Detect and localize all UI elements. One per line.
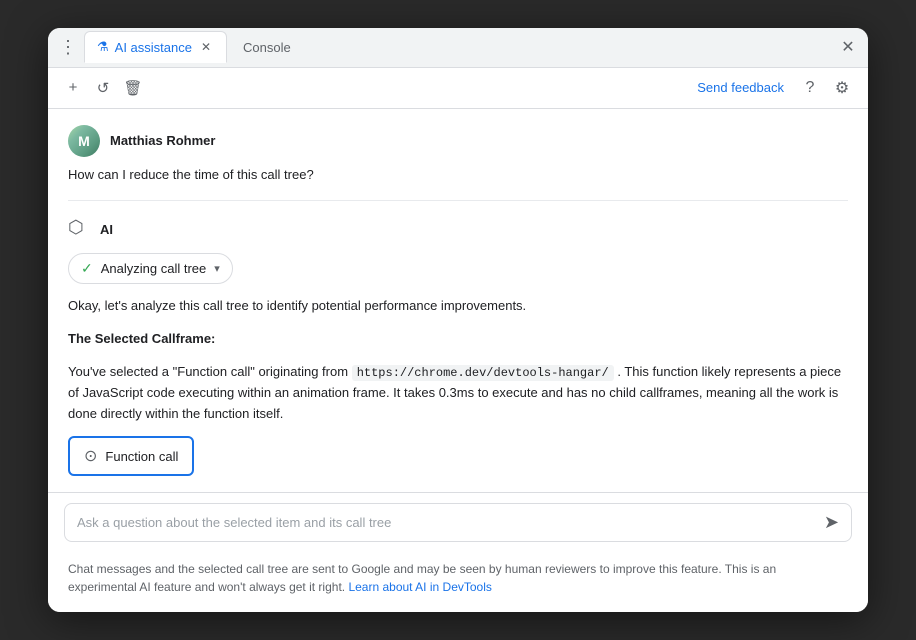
- ai-callframe-heading: The Selected Callframe:: [68, 329, 848, 350]
- delete-button[interactable]: 🗑: [120, 75, 146, 101]
- tab-ai-label: AI assistance: [115, 40, 192, 55]
- analyzing-text: Analyzing call tree: [101, 261, 207, 276]
- chevron-down-icon: ▾: [214, 262, 220, 275]
- ai-response-intro: Okay, let's analyze this call tree to id…: [68, 296, 848, 317]
- function-call-badge[interactable]: ⊙ Function call: [68, 436, 194, 476]
- tab-console-label: Console: [243, 40, 291, 55]
- toolbar: + ↺ 🗑 Send feedback ? ⚙: [48, 68, 868, 109]
- analyzing-pill[interactable]: ✓ Analyzing call tree ▾: [68, 253, 233, 284]
- help-button[interactable]: ?: [796, 74, 824, 102]
- user-message: M Matthias Rohmer How can I reduce the t…: [68, 125, 848, 185]
- history-icon: ↺: [97, 79, 110, 97]
- tab-console[interactable]: Console: [231, 31, 303, 63]
- input-area: ➤: [48, 492, 868, 552]
- check-icon: ✓: [81, 260, 93, 277]
- settings-button[interactable]: ⚙: [828, 74, 856, 102]
- learn-more-link[interactable]: Learn about AI in DevTools: [348, 580, 491, 594]
- function-call-icon: ⊙: [84, 446, 97, 466]
- chat-content: M Matthias Rohmer How can I reduce the t…: [48, 109, 868, 493]
- avatar: M: [68, 125, 100, 157]
- gear-icon: ⚙: [835, 78, 849, 98]
- send-icon: ➤: [824, 512, 839, 533]
- tab-bar: ⋮ ⚗ AI assistance ✕ Console ✕: [48, 28, 868, 68]
- window-close-icon[interactable]: ✕: [836, 35, 860, 59]
- ai-label: AI: [100, 222, 113, 237]
- more-tabs-icon[interactable]: ⋮: [56, 35, 80, 59]
- ai-header: ⬡ AI: [68, 217, 848, 241]
- function-call-text: Function call: [105, 449, 178, 464]
- trash-icon: 🗑: [123, 79, 142, 97]
- tab-ai-assistance[interactable]: ⚗ AI assistance ✕: [84, 31, 227, 63]
- ai-icon: ⚗: [97, 39, 109, 55]
- input-box: ➤: [64, 503, 852, 542]
- devtools-window: ⋮ ⚗ AI assistance ✕ Console ✕ + ↺ 🗑 Send…: [48, 28, 868, 613]
- help-icon: ?: [806, 79, 815, 97]
- add-icon: +: [69, 79, 78, 96]
- user-name: Matthias Rohmer: [110, 133, 215, 148]
- tab-ai-close-icon[interactable]: ✕: [198, 39, 214, 55]
- user-header: M Matthias Rohmer: [68, 125, 848, 157]
- footer: Chat messages and the selected call tree…: [48, 552, 868, 612]
- send-button[interactable]: ➤: [824, 512, 839, 533]
- divider: [68, 200, 848, 201]
- add-button[interactable]: +: [60, 75, 86, 101]
- ai-response-body: You've selected a "Function call" origin…: [68, 362, 848, 425]
- ai-message: ⬡ AI ✓ Analyzing call tree ▾ Okay, let's…: [68, 217, 848, 476]
- chat-input[interactable]: [77, 515, 816, 530]
- url-code: https://chrome.dev/devtools-hangar/: [352, 365, 614, 381]
- send-feedback-button[interactable]: Send feedback: [689, 76, 792, 99]
- history-button[interactable]: ↺: [90, 75, 116, 101]
- ai-avatar-icon: ⬡: [68, 217, 92, 241]
- user-question: How can I reduce the time of this call t…: [68, 165, 848, 185]
